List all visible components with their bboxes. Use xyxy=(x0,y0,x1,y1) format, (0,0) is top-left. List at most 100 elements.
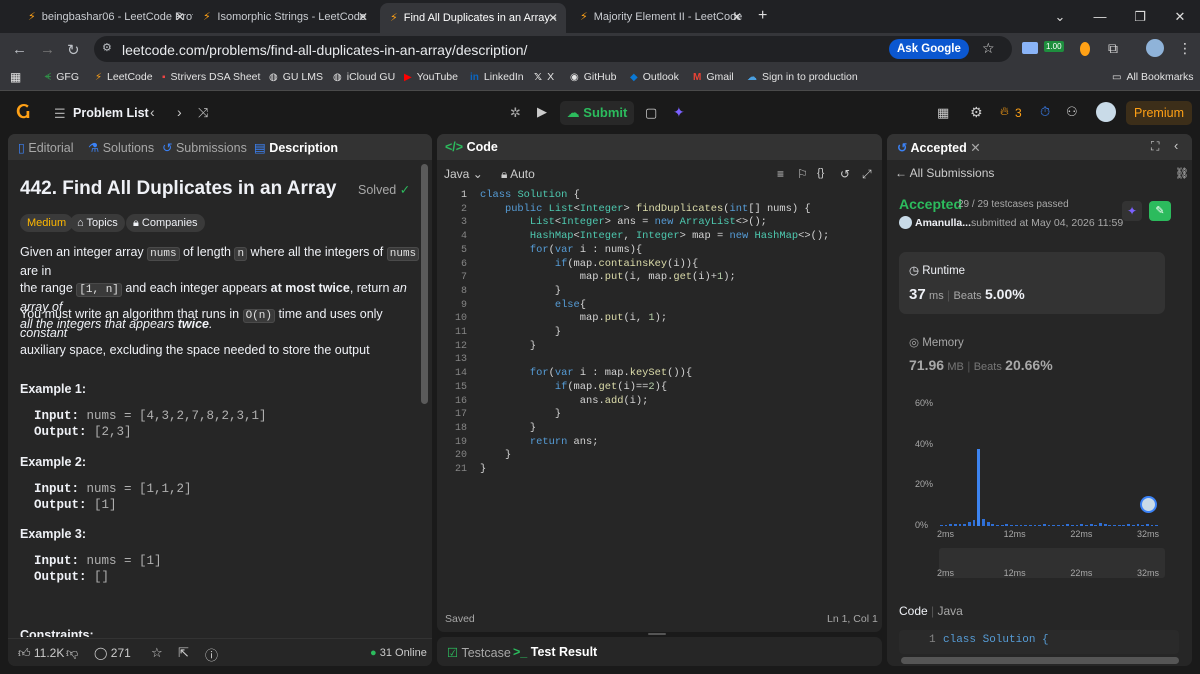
chart-bar[interactable] xyxy=(1075,524,1079,526)
chart-bar[interactable] xyxy=(963,523,967,526)
ask-google-button[interactable]: Ask Google xyxy=(889,39,969,59)
like-button[interactable]: 👍︎ 11.2K xyxy=(18,646,64,661)
chart-bar[interactable] xyxy=(1141,524,1144,526)
code-line[interactable]: return ans; xyxy=(480,436,599,448)
bookmark-outlook[interactable]: ◆ Outlook xyxy=(630,71,679,83)
code-line[interactable]: } xyxy=(480,449,511,461)
code-line[interactable]: HashMap<Integer, Integer> map = new Hash… xyxy=(480,230,829,242)
bookmark-linkedin[interactable]: in LinkedIn xyxy=(470,71,524,83)
code-line[interactable]: for(var i : map.keySet()){ xyxy=(480,367,692,379)
code-line[interactable]: public List<Integer> findDuplicates(int[… xyxy=(480,203,811,215)
profile-avatar[interactable] xyxy=(1146,39,1164,57)
tab-description[interactable]: ▤ Description xyxy=(254,140,338,155)
chart-bar[interactable] xyxy=(1099,523,1102,526)
bookmark-strivers[interactable]: ▪ Strivers DSA Sheet xyxy=(162,71,260,83)
tab-code[interactable]: </> Code xyxy=(445,140,498,154)
site-info-icon[interactable]: ⚙ xyxy=(102,41,112,54)
code-line[interactable]: } xyxy=(480,408,561,420)
chart-bar[interactable] xyxy=(982,518,985,526)
url-bar[interactable]: ⚙ leetcode.com/problems/find-all-duplica… xyxy=(94,36,1012,62)
chart-bar[interactable] xyxy=(986,522,990,526)
chart-bar[interactable] xyxy=(1089,523,1093,526)
extensions-puzzle-icon[interactable]: ⧉ xyxy=(1108,40,1118,57)
code-line[interactable]: if(map.containsKey(i)){ xyxy=(480,258,698,270)
submit-button[interactable]: ☁ Submit xyxy=(560,101,634,125)
debug-bug-icon[interactable]: ✲ xyxy=(510,105,521,121)
minimize-icon[interactable]: — xyxy=(1080,0,1120,33)
chart-bar[interactable] xyxy=(1127,524,1130,526)
all-submissions-link[interactable]: ← All Submissions xyxy=(895,166,994,180)
chart-bar[interactable] xyxy=(1024,524,1027,526)
tab-test-result[interactable]: >_ Test Result xyxy=(513,645,597,659)
chart-bar[interactable] xyxy=(1094,524,1098,526)
ai-analyze-icon[interactable]: ✦ xyxy=(1122,201,1142,221)
tab-submissions[interactable]: ↺ Submissions xyxy=(162,140,247,155)
settings-gear-icon[interactable]: ⚙ xyxy=(970,104,983,121)
code-line[interactable]: } xyxy=(480,422,536,434)
leetcode-extension-icon[interactable] xyxy=(1080,42,1090,56)
reset-icon[interactable]: ↺ xyxy=(840,167,850,181)
bookmark-icloud[interactable]: ◍ iCloud GU xyxy=(333,71,395,83)
browser-tab-duplicates[interactable]: ⚡ Find All Duplicates in an Array - ✕ xyxy=(380,3,566,33)
prev-problem-icon[interactable]: ‹ xyxy=(150,104,155,120)
browser-tab-profile[interactable]: ⚡ beingbashar06 - LeetCode Profi ✕ xyxy=(18,4,193,29)
ai-sparkle-icon[interactable]: ✦ xyxy=(673,104,685,121)
chart-bar[interactable] xyxy=(977,449,981,526)
next-problem-icon[interactable]: › xyxy=(177,104,182,120)
chart-bar[interactable] xyxy=(1019,524,1023,526)
edit-note-icon[interactable]: ✎ xyxy=(1149,201,1171,221)
chart-bar[interactable] xyxy=(1038,524,1042,526)
chart-bar[interactable] xyxy=(1117,524,1121,526)
leetcode-logo-icon[interactable]: Ⴚ xyxy=(16,103,30,123)
all-bookmarks[interactable]: ▭ All Bookmarks xyxy=(1112,71,1194,83)
tab-search-icon[interactable]: ⌄ xyxy=(1040,0,1080,33)
apps-grid-icon[interactable]: ▦ xyxy=(10,70,21,84)
close-icon[interactable]: ✕ xyxy=(548,11,558,25)
code-line[interactable]: List<Integer> ans = new ArrayList<>(); xyxy=(480,216,767,228)
chart-bar[interactable] xyxy=(1136,523,1140,526)
chart-bar[interactable] xyxy=(953,524,957,526)
code-line[interactable]: class Solution { xyxy=(480,189,580,201)
bookmark-icon[interactable]: ⚐ xyxy=(797,167,808,181)
submitter-name[interactable]: Amanulla... xyxy=(915,217,971,229)
chart-bar[interactable] xyxy=(968,521,971,526)
code-line[interactable]: } xyxy=(480,326,561,338)
chart-bar[interactable] xyxy=(1061,524,1065,526)
dislike-icon[interactable]: 👎︎ xyxy=(66,646,78,661)
chart-bar[interactable] xyxy=(1122,524,1126,526)
chart-bar[interactable] xyxy=(1014,524,1018,526)
format-icon[interactable]: ≡ xyxy=(777,167,784,181)
chart-bar[interactable] xyxy=(1052,524,1056,526)
language-select[interactable]: Java ⌄ xyxy=(444,167,483,181)
bookmark-sign-in[interactable]: ☁ Sign in to production xyxy=(747,71,858,83)
comments-button[interactable]: ◯ 271 xyxy=(94,646,131,660)
bookmark-github[interactable]: ◉ GitHub xyxy=(570,71,616,83)
chart-bar[interactable] xyxy=(1145,524,1149,526)
chart-bar[interactable] xyxy=(1010,524,1013,526)
close-icon[interactable]: ✕ xyxy=(732,10,742,24)
maximize-icon[interactable]: ⛶ xyxy=(1151,139,1159,154)
code-line[interactable]: } xyxy=(480,463,486,475)
chart-bar[interactable] xyxy=(958,523,962,526)
chart-bar[interactable] xyxy=(949,524,953,526)
reload-icon[interactable]: ↻ xyxy=(67,41,80,59)
help-icon[interactable]: ⓘ xyxy=(205,645,218,664)
code-preview-scrollbar[interactable] xyxy=(901,657,1179,664)
share-icon[interactable]: ⇱ xyxy=(178,645,189,661)
menu-kebab-icon[interactable]: ⋮ xyxy=(1178,40,1192,57)
chart-bar[interactable] xyxy=(1131,524,1135,526)
chart-bar[interactable] xyxy=(996,524,999,526)
chart-bar[interactable] xyxy=(972,519,976,526)
tab-solutions[interactable]: ⚗ Solutions xyxy=(88,140,154,155)
tab-editorial[interactable]: ▯ Editorial xyxy=(18,140,74,155)
chart-bar[interactable] xyxy=(944,524,948,526)
bookmark-youtube[interactable]: ▶ YouTube xyxy=(404,71,458,83)
code-line[interactable]: map.put(i, 1); xyxy=(480,312,667,324)
code-line[interactable]: ans.add(i); xyxy=(480,395,649,407)
memory-label[interactable]: ◎ Memory xyxy=(909,335,964,349)
close-window-icon[interactable]: ✕ xyxy=(1160,0,1200,33)
browser-tab-majority[interactable]: ⚡ Majority Element II - LeetCode ✕ xyxy=(570,4,750,29)
chart-bar[interactable] xyxy=(1113,524,1116,526)
code-line[interactable]: } xyxy=(480,285,561,297)
streak-fire-icon[interactable]: 🔥︎ xyxy=(1000,104,1009,119)
